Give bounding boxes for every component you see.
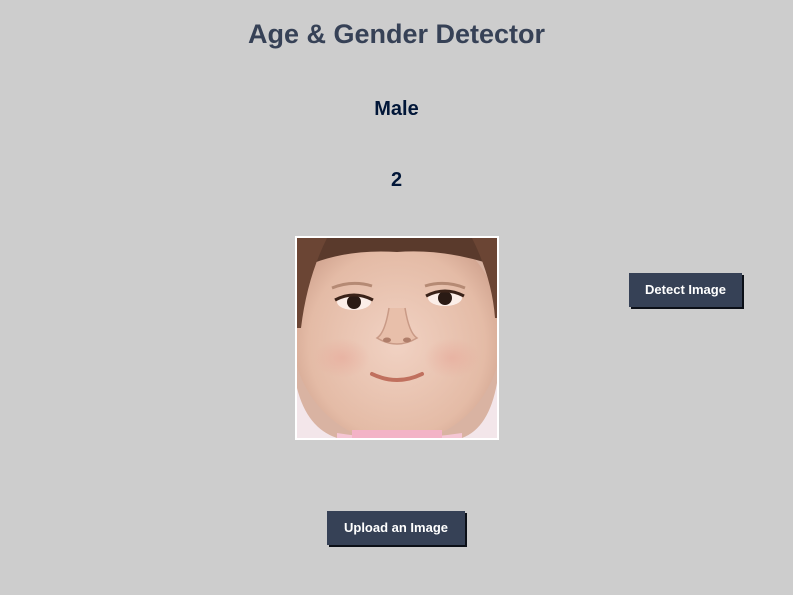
gender-label: Male (374, 98, 419, 120)
uploaded-image (295, 236, 499, 440)
age-label: 2 (390, 169, 403, 191)
upload-image-button[interactable]: Upload an Image (327, 511, 465, 545)
app-title: Age & Gender Detector (247, 19, 546, 49)
face-photo-icon (297, 238, 497, 438)
detect-image-button[interactable]: Detect Image (629, 273, 742, 307)
